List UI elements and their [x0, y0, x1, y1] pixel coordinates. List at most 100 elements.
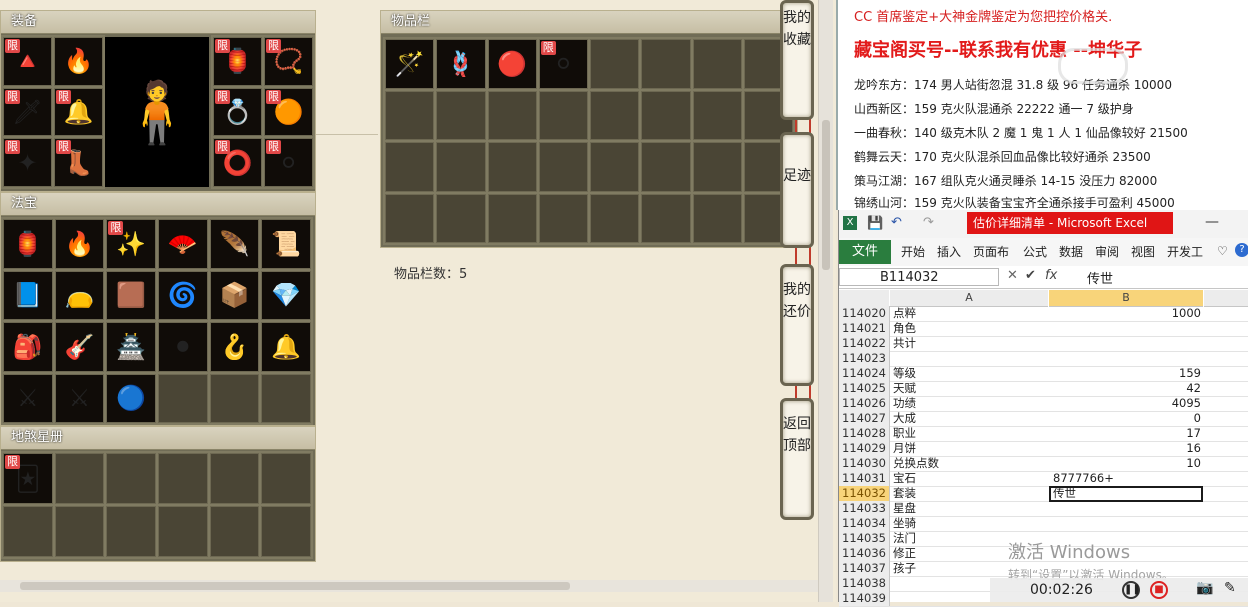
fabao-slot[interactable]: 🔵	[106, 373, 156, 423]
equip-slot-bracelet[interactable]: 限 ⭕	[213, 138, 262, 187]
scrollbar-thumb[interactable]	[20, 582, 570, 590]
equip-slot-pearl[interactable]: 限 ⚪	[264, 138, 313, 187]
row-number[interactable]: 114037	[839, 561, 890, 576]
cell-b[interactable]: 8777766+	[1053, 471, 1203, 486]
row-number[interactable]: 114035	[839, 531, 890, 546]
redo-icon[interactable]: ↷	[923, 215, 934, 230]
cell-a[interactable]: 宝石	[893, 471, 1043, 486]
fabao-slot[interactable]: 限 ✨	[106, 219, 156, 269]
tab-review[interactable]: 审阅	[1095, 242, 1119, 262]
inventory-slot-empty[interactable]	[641, 193, 691, 243]
equip-slot-weapon[interactable]: 限 🗡	[3, 87, 52, 137]
cell-a[interactable]: 等级	[893, 366, 1043, 381]
fabao-slot-empty[interactable]	[209, 373, 260, 423]
xingce-slot-empty[interactable]	[261, 453, 311, 504]
cell-a[interactable]: 套装	[893, 486, 1043, 501]
xingce-slot-empty[interactable]	[3, 506, 53, 557]
tab-developer[interactable]: 开发工	[1167, 242, 1203, 262]
tab-home[interactable]: 开始	[901, 242, 925, 262]
inventory-slot-empty[interactable]	[436, 142, 486, 192]
inventory-slot-empty[interactable]	[385, 142, 435, 192]
inventory-slot[interactable]: 🪢	[436, 39, 486, 89]
fabao-slot[interactable]: ⚔	[54, 373, 105, 423]
row-number[interactable]: 114020	[839, 306, 890, 321]
pen-icon[interactable]: ✎	[1224, 580, 1236, 596]
stop-icon[interactable]: ■	[1150, 581, 1168, 599]
inventory-slot-empty[interactable]	[436, 193, 486, 243]
fabao-slot[interactable]: 🏮	[3, 219, 53, 269]
cell-b[interactable]: 10	[1051, 456, 1201, 471]
tab-page-layout[interactable]: 页面布	[973, 242, 1009, 262]
cell-a[interactable]: 坐骑	[893, 516, 1043, 531]
row-number[interactable]: 114036	[839, 546, 890, 561]
inventory-slot-empty[interactable]	[487, 193, 537, 243]
fabao-slot[interactable]: 🪝	[209, 322, 260, 372]
inventory-slot-empty[interactable]	[538, 142, 588, 192]
inventory-slot[interactable]: 限 ⚪	[538, 39, 588, 89]
fabao-slot[interactable]: 👝	[54, 270, 105, 320]
equip-slot-gem[interactable]: 限 🟠	[264, 87, 313, 137]
inventory-slot[interactable]: 🪄	[385, 39, 435, 89]
cell-a[interactable]: 月饼	[893, 441, 1043, 456]
tab-insert[interactable]: 插入	[937, 242, 961, 262]
row-number[interactable]: 114033	[839, 501, 890, 516]
fabao-slot[interactable]: 🔔	[261, 322, 311, 372]
inventory-slot-empty[interactable]	[590, 193, 640, 243]
formula-input[interactable]: 传世	[1087, 268, 1113, 287]
cell-a[interactable]: 星盘	[893, 501, 1043, 516]
cell-a[interactable]: 大成	[893, 411, 1043, 426]
column-header-c[interactable]	[1204, 290, 1248, 307]
fabao-slot[interactable]: 🪭	[158, 219, 208, 269]
tab-data[interactable]: 数据	[1059, 242, 1083, 262]
fabao-slot[interactable]: 🌀	[158, 270, 208, 320]
equip-slot-necklace[interactable]: 限 📿	[264, 37, 313, 86]
tab-formulas[interactable]: 公式	[1023, 242, 1047, 262]
row-number[interactable]: 114038	[839, 576, 890, 591]
equip-slot-crown[interactable]: 🔥	[54, 37, 103, 86]
xingce-slot-empty[interactable]	[158, 453, 208, 504]
camera-icon[interactable]: 📷	[1196, 580, 1213, 596]
row-number[interactable]: 114025	[839, 381, 890, 396]
row-number[interactable]: 114027	[839, 411, 890, 426]
cell-a[interactable]: 职业	[893, 426, 1043, 441]
xingce-slot-empty[interactable]	[54, 453, 105, 504]
horizontal-scrollbar[interactable]	[0, 580, 818, 592]
back-to-top-button[interactable]: 返回顶部	[780, 398, 814, 520]
minimize-icon[interactable]: —	[1205, 214, 1219, 230]
inventory-slot-empty[interactable]	[641, 142, 691, 192]
cell-a[interactable]: 天赋	[893, 381, 1043, 396]
xingce-slot-empty[interactable]	[158, 506, 208, 557]
fabao-slot[interactable]: 🏯	[106, 322, 156, 372]
name-box[interactable]: B114032	[839, 268, 999, 286]
inventory-slot-empty[interactable]	[436, 90, 486, 140]
select-all-corner[interactable]	[839, 290, 889, 307]
row-number[interactable]: 114039	[839, 591, 890, 606]
cell-a[interactable]: 角色	[893, 321, 1043, 336]
fabao-slot[interactable]: 🪶	[209, 219, 260, 269]
fabao-slot[interactable]: ⚫	[158, 322, 208, 372]
footprint-button[interactable]: 足迹	[780, 132, 814, 248]
cell-a[interactable]: 共计	[893, 336, 1043, 351]
fabao-slot[interactable]: 🎸	[54, 322, 105, 372]
inventory-slot-empty[interactable]	[692, 90, 742, 140]
xingce-slot-empty[interactable]	[54, 506, 105, 557]
cell-b[interactable]: 1000	[1051, 306, 1201, 321]
equip-slot-armor[interactable]: 限 🔔	[54, 87, 103, 137]
function-icon[interactable]: fx	[1045, 268, 1057, 283]
inventory-slot-empty[interactable]	[692, 142, 742, 192]
row-number[interactable]: 114022	[839, 336, 890, 351]
xingce-slot-empty[interactable]	[106, 453, 156, 504]
fabao-slot-empty[interactable]	[261, 373, 311, 423]
fabao-slot-empty[interactable]	[158, 373, 208, 423]
equip-slot-boots[interactable]: 限 👢	[54, 138, 103, 187]
confirm-icon[interactable]: ✔	[1025, 268, 1036, 283]
inventory-slot-empty[interactable]	[487, 90, 537, 140]
pause-icon[interactable]: ❚❚	[1122, 581, 1141, 599]
fabao-slot[interactable]: 📜	[261, 219, 311, 269]
help-icon[interactable]: ?	[1235, 243, 1248, 257]
equip-slot-hat[interactable]: 限 🔺	[3, 37, 52, 86]
inventory-slot-empty[interactable]	[641, 39, 691, 89]
tab-view[interactable]: 视图	[1131, 242, 1155, 262]
scrollbar-thumb[interactable]	[822, 120, 830, 270]
fabao-slot[interactable]: 📦	[209, 270, 260, 320]
